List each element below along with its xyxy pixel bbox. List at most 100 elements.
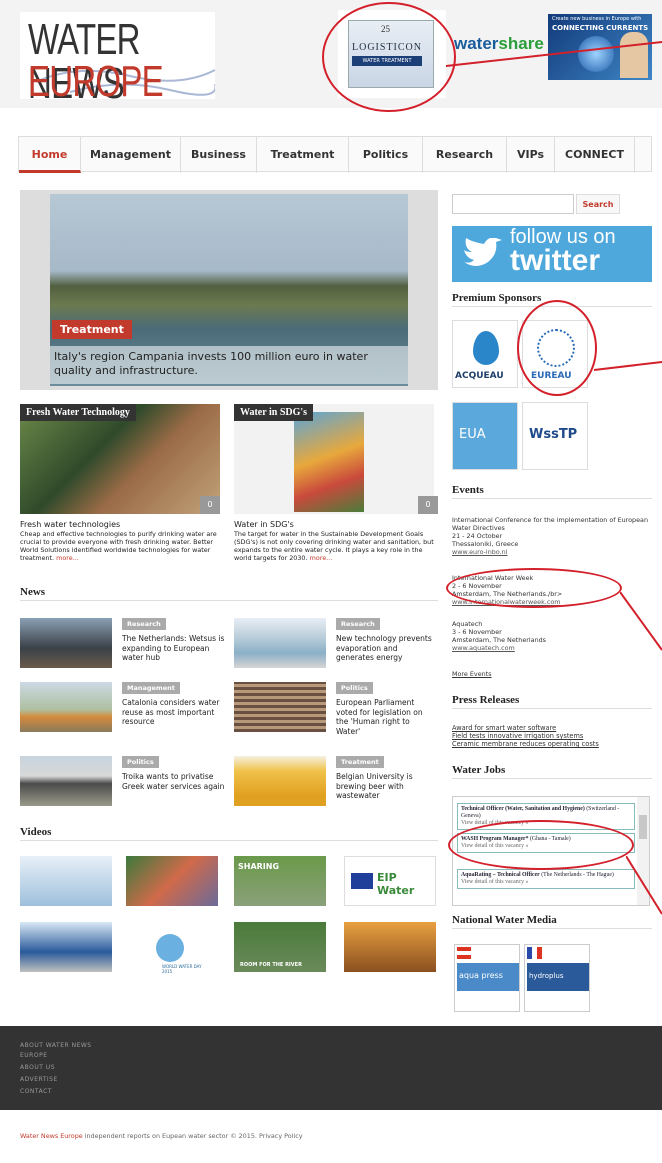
news-thumb[interactable] <box>234 618 326 668</box>
divider <box>452 498 652 499</box>
nav-connect[interactable]: CONNECT <box>555 137 635 173</box>
annotation-arrow <box>446 41 662 67</box>
hero-tag[interactable]: Treatment <box>52 320 132 339</box>
annotation-arrow <box>620 592 662 651</box>
nav-business[interactable]: Business <box>181 137 257 173</box>
event-link[interactable]: www.euro-inbo.nl <box>452 548 652 556</box>
twitter-banner[interactable]: follow us on twitter <box>452 226 652 282</box>
divider <box>452 778 652 779</box>
nav-research[interactable]: Research <box>423 137 507 173</box>
job-item[interactable]: AquaRating – Technical Officer (The Neth… <box>457 869 635 889</box>
hero-slider[interactable]: Treatment Italy's region Campania invest… <box>20 190 438 390</box>
nav-treatment[interactable]: Treatment <box>257 137 349 173</box>
videos-heading: Videos <box>20 826 52 838</box>
video-thumb[interactable]: ROOM FOR THE RIVER <box>234 922 326 972</box>
site-logo[interactable]: WATER NEWS EUROPE <box>20 12 215 106</box>
news-thumb[interactable] <box>234 682 326 732</box>
jobs-heading: Water Jobs <box>452 764 506 776</box>
nav-politics[interactable]: Politics <box>349 137 423 173</box>
nav-home[interactable]: Home <box>19 137 81 173</box>
france-flag-icon <box>527 947 542 959</box>
ad3-small-text: Create new business in Europe with <box>552 16 642 22</box>
job-title: AquaRating – Technical Officer <box>461 872 540 878</box>
video-thumb[interactable]: EIP Water <box>344 856 436 906</box>
sponsors-heading: Premium Sponsors <box>452 292 542 304</box>
event-item[interactable]: International Conference for the impleme… <box>452 516 652 556</box>
media-name: aqua press <box>457 963 519 991</box>
footer-brand[interactable]: Water News Europe <box>20 1132 83 1140</box>
news-thumb[interactable] <box>20 682 112 732</box>
footer-link[interactable]: ADVERTISE <box>20 1076 58 1083</box>
nav-vips[interactable]: VIPs <box>507 137 555 173</box>
media-heading: National Water Media <box>452 914 557 926</box>
main-nav: Home Management Business Treatment Polit… <box>18 136 652 173</box>
news-tag[interactable]: Research <box>336 618 380 630</box>
video-thumb[interactable] <box>20 922 112 972</box>
sponsor-wsstp[interactable]: WssTP <box>522 402 588 470</box>
video-thumb[interactable]: WORLD WATER DAY 2015 <box>126 922 218 974</box>
news-thumb[interactable] <box>20 756 112 806</box>
card-title[interactable]: Water in SDG's <box>234 520 294 529</box>
divider <box>452 928 652 929</box>
news-title[interactable]: European Parliament voted for legislatio… <box>336 698 436 736</box>
privacy-link[interactable]: Privacy Policy <box>259 1132 303 1140</box>
events-heading: Events <box>452 484 484 496</box>
news-thumb[interactable] <box>234 756 326 806</box>
more-events-link[interactable]: More Events <box>452 670 652 678</box>
video-thumb[interactable]: SHARING <box>234 856 326 906</box>
job-link[interactable]: View detail of this vacancy » <box>461 879 528 885</box>
footer-link[interactable]: CONTACT <box>20 1088 52 1095</box>
annotation-circle <box>448 820 634 870</box>
search-input[interactable] <box>452 194 574 214</box>
water-drop-icon <box>156 934 184 962</box>
media-hydroplus[interactable]: hydroplus <box>524 944 590 1012</box>
press-link[interactable]: Award for smart water software <box>452 724 556 732</box>
search-button[interactable]: Search <box>576 194 620 214</box>
news-tag[interactable]: Management <box>122 682 180 694</box>
news-title[interactable]: Catalonia considers water reuse as most … <box>122 698 232 727</box>
news-thumb[interactable] <box>20 618 112 668</box>
press-link[interactable]: Field tests innovative irrigation system… <box>452 732 583 740</box>
sponsor-eua[interactable]: EUA <box>452 402 518 470</box>
divider <box>20 600 438 601</box>
card-desc-text: The target for water in the Sustainable … <box>234 530 434 562</box>
hero-caption[interactable]: Italy's region Campania invests 100 mill… <box>50 346 408 384</box>
scrollbar-thumb[interactable] <box>639 815 647 839</box>
job-title: Technical Officer (Water, Sanitation and… <box>461 806 585 812</box>
news-tag[interactable]: Research <box>122 618 166 630</box>
annotation-arrow <box>626 856 662 915</box>
divider <box>452 708 652 709</box>
card-desc-text: Cheap and effective technologies to puri… <box>20 530 217 562</box>
news-tag[interactable]: Treatment <box>336 756 384 768</box>
video-thumb[interactable] <box>126 856 218 906</box>
footer-link[interactable]: ABOUT US <box>20 1064 55 1071</box>
card-more-link[interactable]: more... <box>310 554 333 562</box>
eu-flag-icon <box>351 873 373 889</box>
news-title[interactable]: New technology prevents evaporation and … <box>336 634 436 663</box>
news-title[interactable]: Belgian University is brewing beer with … <box>336 772 436 801</box>
sponsor-name: EUA <box>459 427 486 442</box>
sponsor-name: WssTP <box>529 427 578 442</box>
press-link[interactable]: Ceramic membrane reduces operating costs <box>452 740 599 748</box>
footer-link[interactable]: EUROPE <box>20 1052 47 1059</box>
sdg-figure <box>294 412 364 512</box>
media-aquapress[interactable]: aqua press <box>454 944 520 1012</box>
copyright: Water News Europe independent reports on… <box>20 1132 320 1140</box>
card-more-link[interactable]: more... <box>56 554 79 562</box>
sponsor-acqueau[interactable]: ACQUEAU <box>452 320 518 388</box>
news-title[interactable]: The Netherlands: Wetsus is expanding to … <box>122 634 232 663</box>
footer-link[interactable]: ABOUT WATER NEWS <box>20 1042 92 1049</box>
job-location: (The Netherlands - The Hague) <box>541 872 614 878</box>
news-title[interactable]: Troika wants to privatise Greek water se… <box>122 772 232 791</box>
video-text: EIP Water <box>377 871 415 897</box>
news-tag[interactable]: Politics <box>336 682 373 694</box>
card-title[interactable]: Fresh water technologies <box>20 520 120 529</box>
footer: ABOUT WATER NEWS EUROPE ABOUT US ADVERTI… <box>0 1026 662 1110</box>
nav-management[interactable]: Management <box>81 137 181 173</box>
video-text: ROOM FOR THE RIVER <box>240 962 302 968</box>
video-thumb[interactable] <box>20 856 112 906</box>
comment-count: 0 <box>418 496 438 514</box>
news-tag[interactable]: Politics <box>122 756 159 768</box>
video-thumb[interactable] <box>344 922 436 972</box>
event-date: 21 - 24 October <box>452 532 503 540</box>
